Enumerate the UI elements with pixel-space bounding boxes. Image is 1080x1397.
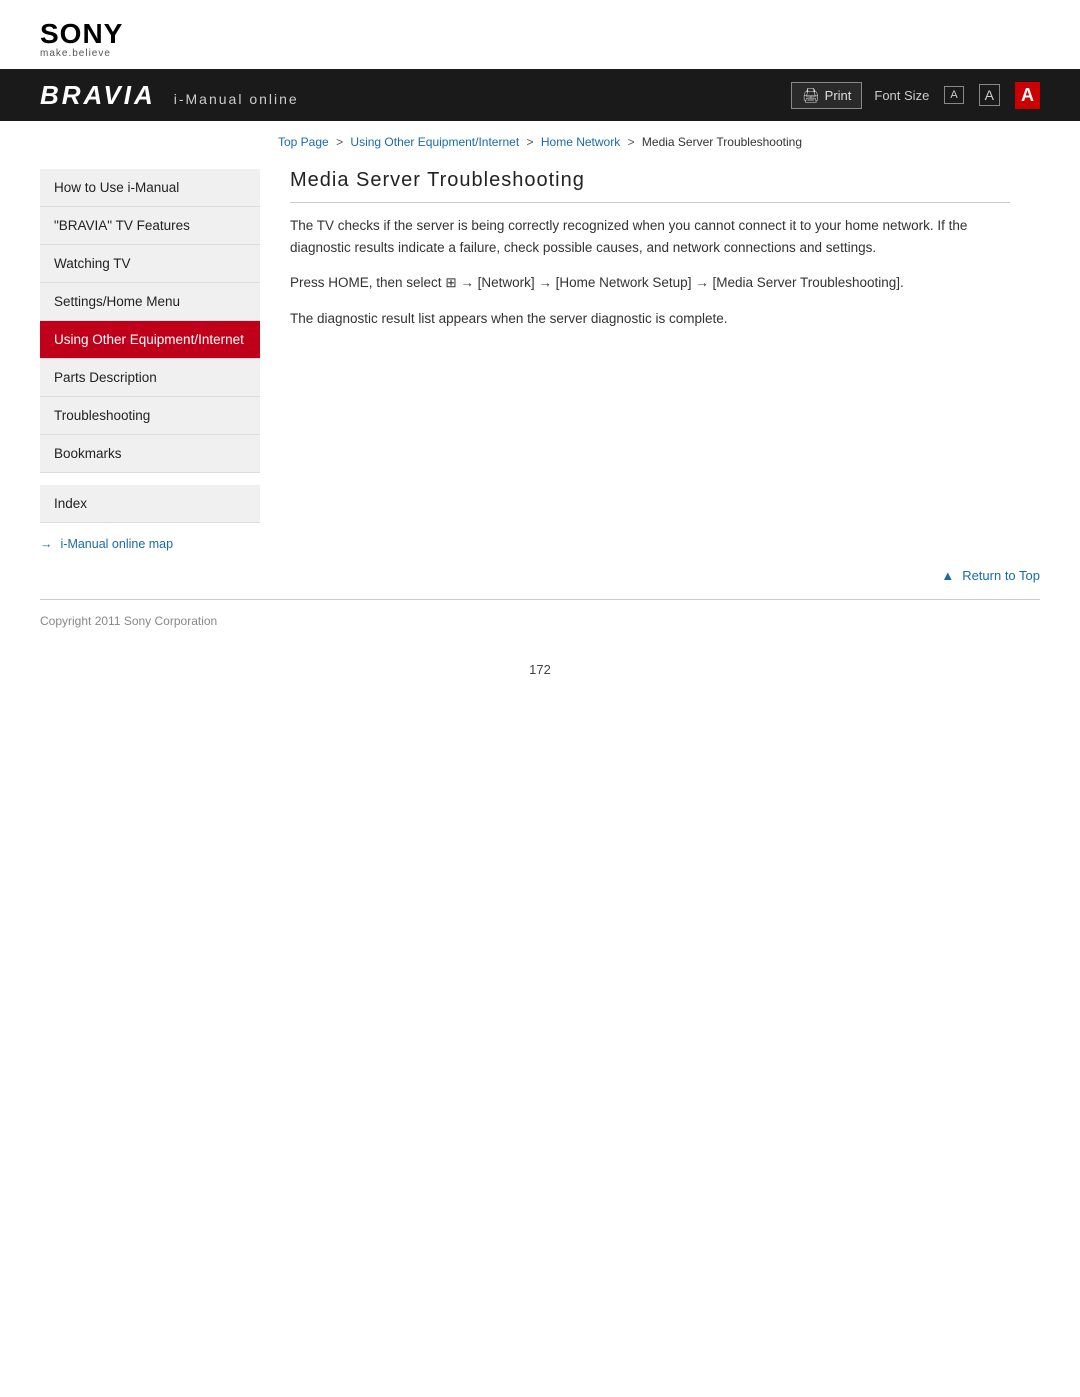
para2-suffix: → [Network] → [Home Network Setup] → [Me…: [457, 275, 904, 290]
sidebar-item-index[interactable]: Index: [40, 485, 260, 523]
font-size-label: Font Size: [874, 88, 929, 103]
page-number: 172: [0, 642, 1080, 697]
font-size-large-button[interactable]: A: [1015, 82, 1040, 109]
content-para-3: The diagnostic result list appears when …: [290, 308, 1010, 330]
sidebar-link-area: i-Manual online map: [40, 523, 260, 551]
content-para-1: The TV checks if the server is being cor…: [290, 215, 1010, 258]
para2-prefix: Press HOME, then select: [290, 275, 445, 290]
font-size-medium-button[interactable]: A: [979, 84, 1000, 106]
breadcrumb: Top Page > Using Other Equipment/Interne…: [0, 121, 1080, 149]
logo-area: SONY make.believe: [0, 0, 1080, 69]
bravia-bar-right: Print Font Size A A A: [791, 82, 1040, 109]
breadcrumb-sep-1: >: [336, 135, 346, 149]
home-icon: ⊞: [445, 275, 456, 290]
copyright: Copyright 2011 Sony Corporation: [0, 600, 1080, 642]
breadcrumb-top-page[interactable]: Top Page: [278, 135, 329, 149]
bravia-title: BRAVIA: [40, 80, 156, 111]
breadcrumb-using-other[interactable]: Using Other Equipment/Internet: [350, 135, 519, 149]
bravia-bar-left: BRAVIA i-Manual online: [40, 80, 299, 111]
content-area: Media Server Troubleshooting The TV chec…: [260, 149, 1040, 551]
imanual-label: i-Manual online: [174, 91, 299, 107]
page-title: Media Server Troubleshooting: [290, 169, 1010, 203]
tagline: make.believe: [40, 48, 1040, 59]
sidebar: How to Use i-Manual "BRAVIA" TV Features…: [40, 149, 260, 551]
sidebar-item-watching-tv[interactable]: Watching TV: [40, 245, 260, 283]
main-wrapper: How to Use i-Manual "BRAVIA" TV Features…: [0, 149, 1080, 551]
font-size-small-button[interactable]: A: [944, 86, 963, 104]
print-icon: [802, 87, 820, 104]
content-para-2: Press HOME, then select ⊞ → [Network] → …: [290, 272, 1010, 294]
return-to-top-link[interactable]: Return to Top: [941, 568, 1040, 583]
print-label: Print: [825, 88, 852, 103]
return-top-area: Return to Top: [0, 551, 1080, 599]
imanual-map-link[interactable]: i-Manual online map: [40, 537, 260, 551]
breadcrumb-home-network[interactable]: Home Network: [541, 135, 620, 149]
sidebar-item-bravia-features[interactable]: "BRAVIA" TV Features: [40, 207, 260, 245]
sidebar-item-parts-description[interactable]: Parts Description: [40, 359, 260, 397]
breadcrumb-sep-3: >: [628, 135, 638, 149]
breadcrumb-current: Media Server Troubleshooting: [642, 135, 802, 149]
bravia-bar: BRAVIA i-Manual online Print Font Size A…: [0, 69, 1080, 121]
sidebar-item-how-to-use[interactable]: How to Use i-Manual: [40, 169, 260, 207]
sidebar-item-troubleshooting[interactable]: Troubleshooting: [40, 397, 260, 435]
sony-logo: SONY: [40, 18, 1040, 50]
sidebar-item-bookmarks[interactable]: Bookmarks: [40, 435, 260, 473]
sidebar-item-settings-home-menu[interactable]: Settings/Home Menu: [40, 283, 260, 321]
breadcrumb-sep-2: >: [527, 135, 537, 149]
print-button[interactable]: Print: [791, 82, 863, 109]
sidebar-item-using-other[interactable]: Using Other Equipment/Internet: [40, 321, 260, 359]
